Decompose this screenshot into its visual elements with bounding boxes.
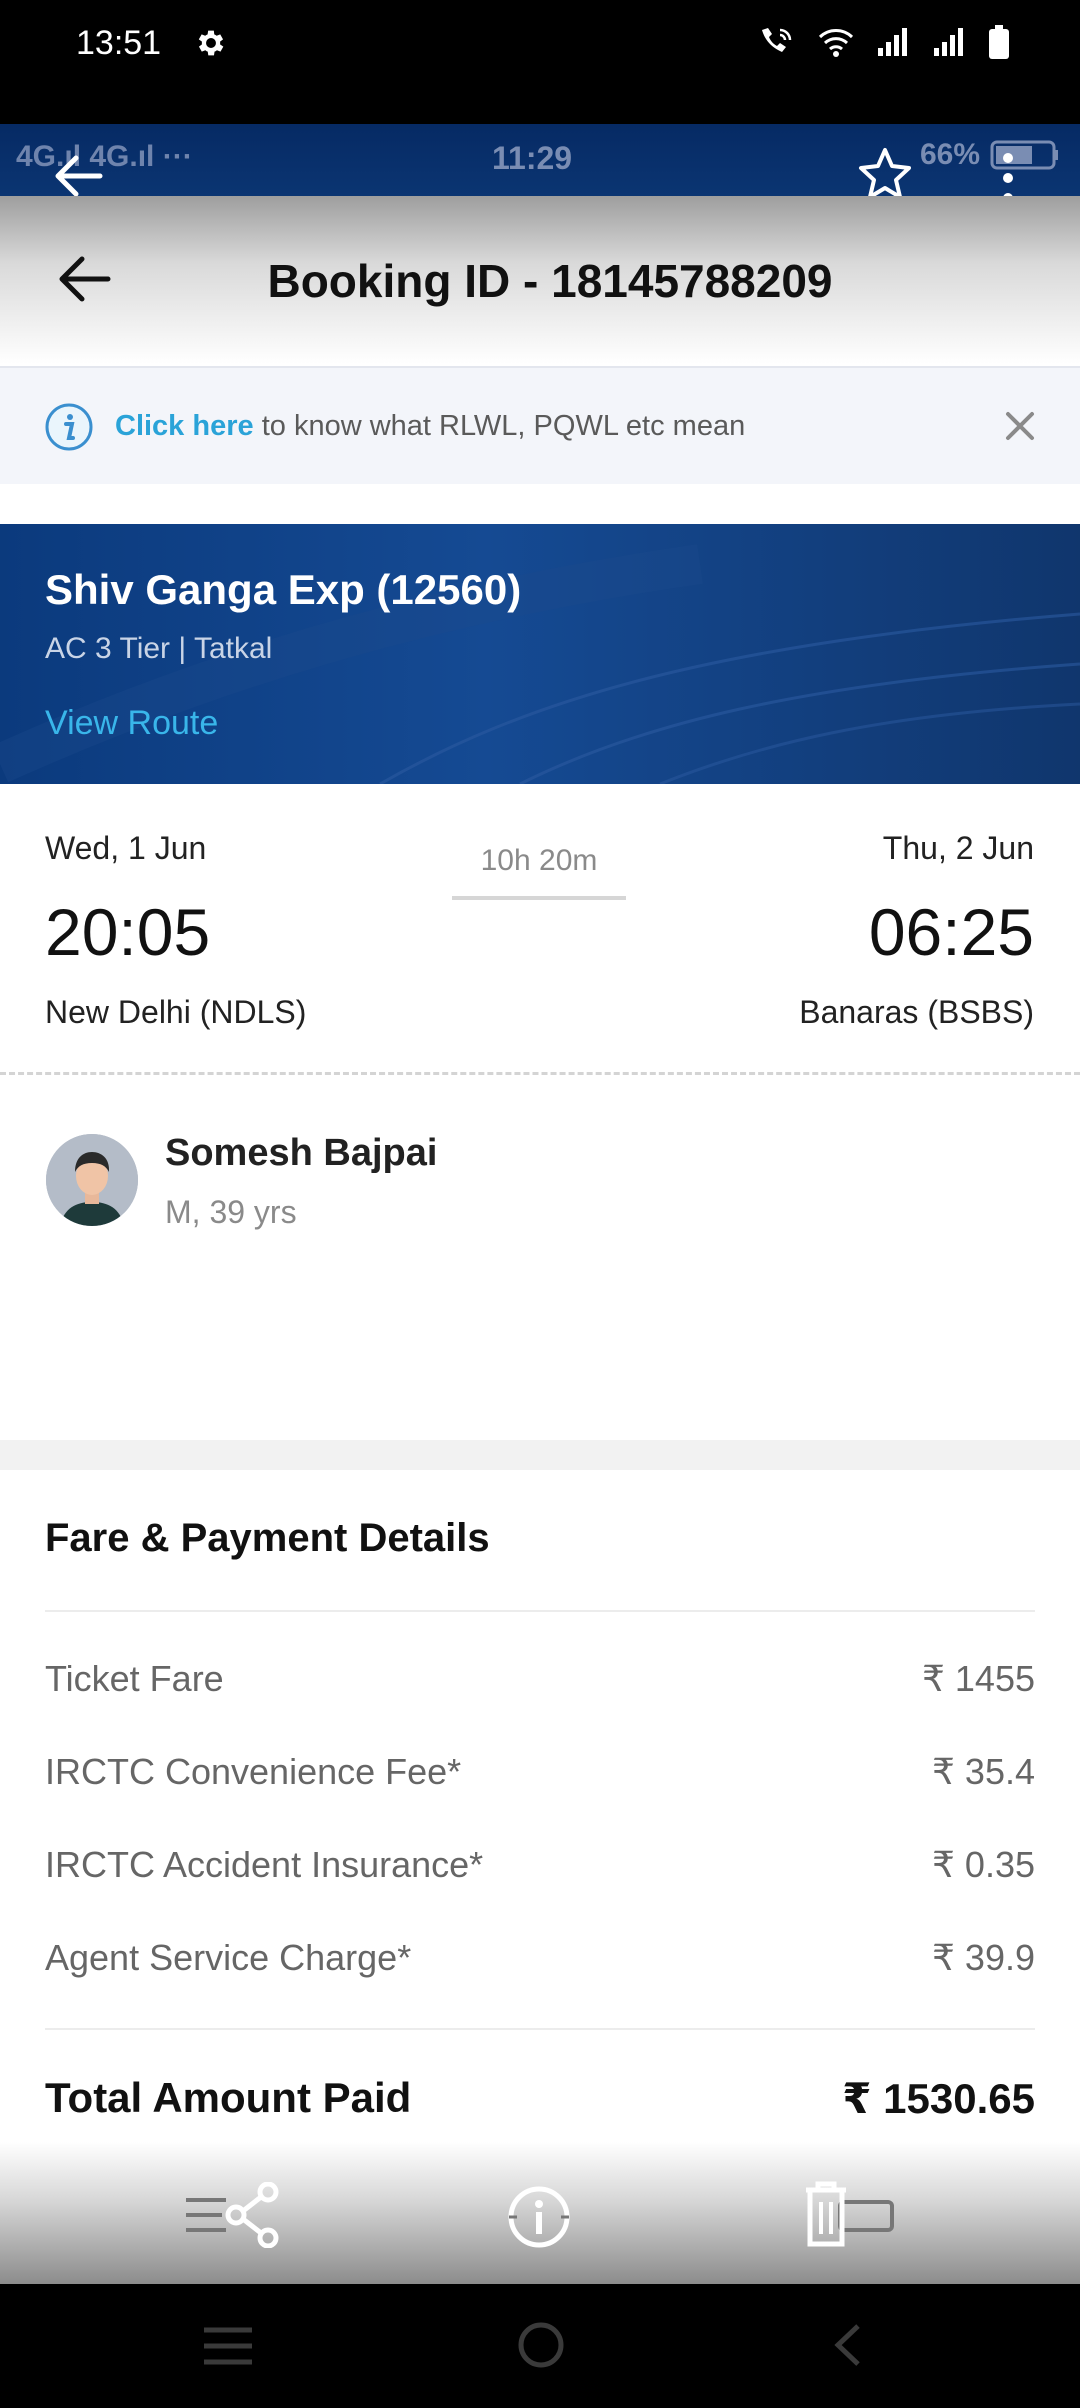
fare-label: Ticket Fare: [45, 1658, 224, 1699]
signal-icon: [934, 28, 963, 56]
passenger-row: Somesh Bajpai M, 39 yrs: [0, 1076, 1080, 1440]
departure-time: 20:05: [45, 895, 211, 969]
inner-time: 11:29: [492, 140, 573, 176]
status-bar: 13:51: [0, 0, 1080, 124]
page-title: Booking ID - 18145788209: [267, 255, 833, 307]
info-icon[interactable]: [506, 2184, 572, 2250]
train-card: Shiv Ganga Exp (12560) AC 3 Tier | Tatka…: [0, 524, 1080, 784]
duration-line: [452, 896, 626, 900]
fare-row: IRCTC Accident Insurance* ₹ 0.35: [45, 1844, 1035, 1904]
home-icon[interactable]: [516, 2320, 566, 2370]
total-label: Total Amount Paid: [45, 2074, 412, 2121]
wifi-calling-icon: [762, 28, 792, 52]
fare-row: Agent Service Charge* ₹ 39.9: [45, 1937, 1035, 1997]
info-banner: Click here to know what RLWL, PQWL etc m…: [0, 366, 1080, 484]
fare-label: Agent Service Charge*: [45, 1937, 412, 1978]
fare-divider: [45, 2028, 1035, 2030]
click-here-link[interactable]: Click here: [115, 410, 254, 442]
battery-icon: [989, 25, 1009, 59]
inner-battery: 66%: [920, 138, 1060, 172]
avatar: [46, 1134, 138, 1226]
departure-date: Wed, 1 Jun: [45, 830, 207, 866]
fare-section: Fare & Payment Details Ticket Fare ₹ 145…: [0, 1470, 1080, 2150]
info-description: to know what RLWL, PQWL etc mean: [253, 410, 746, 442]
journey-duration: 10h 20m: [480, 844, 598, 877]
fare-label: IRCTC Convenience Fee*: [45, 1751, 462, 1792]
train-class: AC 3 Tier | Tatkal: [45, 632, 273, 665]
back-nav-icon[interactable]: [828, 2320, 868, 2370]
info-icon: [45, 403, 93, 451]
wifi-icon: [818, 29, 854, 57]
departure-station: New Delhi (NDLS): [45, 994, 307, 1030]
passenger-name: Somesh Bajpai: [165, 1132, 438, 1174]
signal-icon: [878, 28, 907, 56]
section-divider: [0, 1440, 1080, 1470]
journey-details: Wed, 1 Jun 20:05 New Delhi (NDLS) 10h 20…: [0, 784, 1080, 1075]
fare-row: IRCTC Convenience Fee* ₹ 35.4: [45, 1751, 1035, 1811]
fare-value: ₹ 35.4: [932, 1751, 1035, 1792]
arrival-station: Banaras (BSBS): [799, 994, 1034, 1030]
fare-row: Ticket Fare ₹ 1455: [45, 1658, 1035, 1718]
app-header: Booking ID - 18145788209: [0, 196, 1080, 364]
fare-value: ₹ 39.9: [932, 1937, 1035, 1978]
fare-label: IRCTC Accident Insurance*: [45, 1844, 484, 1885]
passenger-meta: M, 39 yrs: [165, 1194, 297, 1230]
arrival-date: Thu, 2 Jun: [882, 830, 1034, 866]
view-route-link[interactable]: View Route: [45, 704, 218, 743]
inner-status-strip: 4G.ıl 4G.ıl ··· 11:29 66%: [0, 124, 1080, 196]
fare-divider: [45, 1610, 1035, 1612]
status-time: 13:51: [76, 24, 162, 62]
dashed-divider: [0, 1072, 1080, 1075]
info-text: Click here to know what RLWL, PQWL etc m…: [115, 410, 745, 443]
recent-apps-icon[interactable]: [202, 2324, 254, 2368]
delete-icon[interactable]: [800, 2180, 896, 2250]
person-avatar-icon: [46, 1134, 138, 1226]
bottom-action-bar: [0, 2142, 1080, 2284]
fare-value: ₹ 1455: [922, 1658, 1035, 1699]
system-nav-bar: [0, 2284, 1080, 2408]
train-name: Shiv Ganga Exp (12560): [45, 566, 522, 613]
arrival-time: 06:25: [868, 895, 1034, 969]
total-value: ₹ 1530.65: [842, 2075, 1035, 2122]
fare-value: ₹ 0.35: [932, 1844, 1035, 1885]
gear-icon: [198, 30, 224, 56]
share-icon[interactable]: [182, 2182, 282, 2248]
inner-battery-percent: 66%: [919, 138, 980, 171]
status-icons: [756, 24, 1010, 60]
fare-section-title: Fare & Payment Details: [45, 1516, 490, 1560]
close-icon[interactable]: [1002, 408, 1038, 444]
